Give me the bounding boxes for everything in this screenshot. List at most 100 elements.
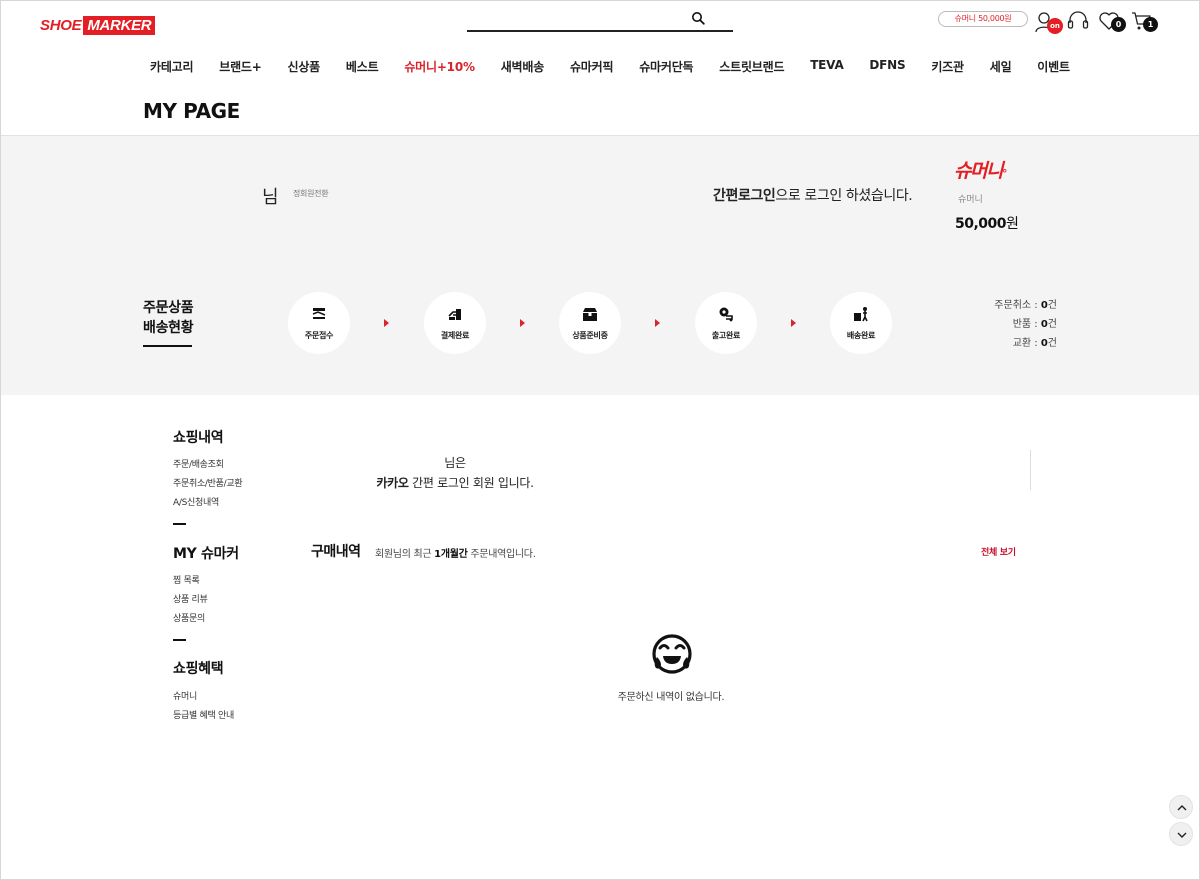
logo-text-marker: MARKER [83, 16, 156, 35]
logo-text-shoe: SHOE [40, 17, 82, 34]
cancel-count-value: 0 [1040, 300, 1048, 311]
wishlist-count-badge: 0 [1111, 17, 1126, 32]
login-message-rest: 으로 로그인 하셨습니다. [775, 188, 913, 204]
step-arrow-icon [384, 319, 389, 327]
side-link-order-tracking[interactable]: 주문/배송조회 [173, 457, 224, 470]
gnb-best[interactable]: 베스트 [346, 58, 379, 75]
step-arrow-icon [520, 319, 525, 327]
payment-icon [448, 309, 461, 320]
step-payment-complete[interactable]: 결제완료 [424, 292, 486, 354]
side-section-shopping-history: 쇼핑내역 [173, 430, 224, 446]
gnb-dfns[interactable]: DFNS [869, 58, 905, 75]
return-count-label: 반품 : [1012, 319, 1041, 330]
return-count-unit: 건 [1047, 319, 1057, 330]
step-arrow-icon [791, 319, 796, 327]
step-label: 결제완료 [440, 331, 470, 340]
notice-vertical-divider [1030, 450, 1031, 490]
step-label: 주문접수 [304, 331, 334, 340]
main-navigation: 카테고리 브랜드+ 신상품 베스트 슈머니+10% 새벽배송 슈마커픽 슈마커단… [150, 58, 1070, 75]
step-label: 출고완료 [711, 331, 741, 340]
shoemoney-amount-value: 50,000 [955, 216, 1007, 232]
exchange-count-value: 0 [1040, 338, 1048, 349]
step-order-received[interactable]: 주문접수 [288, 292, 350, 354]
step-label: 배송완료 [846, 331, 876, 340]
page-title: MY PAGE [143, 99, 240, 123]
return-count-value: 0 [1040, 319, 1048, 330]
chevron-down-icon [1177, 832, 1187, 838]
step-arrow-icon [655, 319, 660, 327]
exchange-count-unit: 건 [1047, 338, 1057, 349]
gnb-street-brand[interactable]: 스트릿브랜드 [719, 58, 784, 75]
search-input[interactable] [467, 10, 687, 30]
gnb-category[interactable]: 카테고리 [150, 58, 194, 75]
shoemoney-logo: 슈머니° [954, 156, 1006, 183]
side-section-my-shoemarker: MY 슈마커 [173, 546, 239, 562]
search-icon[interactable] [691, 11, 705, 25]
gnb-kids[interactable]: 키즈관 [931, 58, 964, 75]
shipping-title-line1: 주문상품 [143, 300, 194, 316]
step-preparing[interactable]: 상품준비중 [559, 292, 621, 354]
claim-counts: 주문취소 : 0건 반품 : 0건 교환 : 0건 [994, 296, 1057, 353]
shoemoney-amount[interactable]: 50,000원 [955, 213, 1019, 233]
purchase-desc-pre: 회원님의 최근 [375, 549, 435, 560]
cancel-count[interactable]: 주문취소 : 0건 [994, 296, 1057, 315]
shoemoney-amount-unit: 원 [1006, 216, 1019, 232]
login-method: 간편로그인 [713, 188, 776, 204]
regular-member-convert-link[interactable]: 정회원전환 [293, 188, 329, 199]
order-receipt-icon [312, 308, 326, 319]
gnb-new[interactable]: 신상품 [288, 58, 321, 75]
view-all-link[interactable]: 전체 보기 [981, 545, 1016, 558]
login-method-message: 간편로그인으로 로그인 하셨습니다. [713, 185, 913, 205]
shipping-status-title: 주문상품 배송현황 [143, 298, 194, 338]
gnb-teva[interactable]: TEVA [810, 58, 844, 75]
exchange-count[interactable]: 교환 : 0건 [994, 334, 1057, 353]
mypage-on-badge: on [1047, 18, 1063, 34]
side-link-product-inquiry[interactable]: 상품문의 [173, 611, 205, 624]
customer-service-headset-icon[interactable] [1066, 9, 1090, 33]
return-count[interactable]: 반품 : 0건 [994, 315, 1057, 334]
purchase-history-title: 구매내역 [311, 544, 361, 560]
side-link-shoemoney[interactable]: 슈머니 [173, 689, 197, 702]
purchase-desc-period: 1개월간 [434, 549, 468, 560]
scroll-bottom-button[interactable] [1169, 822, 1193, 846]
gnb-sale[interactable]: 세일 [990, 58, 1012, 75]
purchase-history-description: 회원님의 최근 1개월간 주문내역입니다. [375, 545, 536, 560]
gnb-brand[interactable]: 브랜드+ [219, 58, 262, 75]
shoemarker-logo[interactable]: SHOE MARKER [40, 16, 156, 35]
gnb-shoemarker-pick[interactable]: 슈마커픽 [570, 58, 614, 75]
shipping-title-underline [143, 345, 192, 347]
gnb-exclusive[interactable]: 슈마커단독 [639, 58, 693, 75]
step-shipped[interactable]: 출고완료 [695, 292, 757, 354]
shoemoney-logo-text: 슈머니 [954, 161, 1003, 182]
chevron-up-icon [1177, 805, 1187, 811]
step-delivered[interactable]: 배송완료 [830, 292, 892, 354]
side-divider [173, 639, 186, 641]
search-bar [467, 9, 733, 32]
side-link-grade-benefits[interactable]: 등급별 혜택 안내 [173, 708, 234, 721]
shoemoney-logo-dot: ° [1001, 168, 1006, 180]
empty-order-message: 주문하신 내역이 없습니다. [617, 692, 725, 703]
gnb-event[interactable]: 이벤트 [1037, 58, 1070, 75]
side-link-reviews[interactable]: 상품 리뷰 [173, 592, 208, 605]
gnb-dawn-delivery[interactable]: 새벽배송 [501, 58, 545, 75]
member-name: 님 [262, 187, 279, 208]
purchase-desc-post: 주문내역입니다. [467, 549, 536, 560]
shoemoney-label: 슈머니 [958, 195, 983, 205]
exchange-count-label: 교환 : [1012, 338, 1041, 349]
package-icon [583, 308, 597, 321]
scroll-top-button[interactable] [1169, 795, 1193, 819]
kakao-login-notice: 님은 카카오 간편 로그인 회원 입니다. [360, 453, 550, 493]
step-label: 상품준비중 [572, 331, 608, 340]
shipped-icon [719, 307, 733, 322]
kakao-notice-line1: 님은 [444, 456, 466, 470]
shipping-title-line2: 배송현황 [143, 320, 194, 336]
side-link-cancel-return-exchange[interactable]: 주문취소/반품/교환 [173, 476, 243, 489]
side-section-benefits: 쇼핑혜택 [173, 661, 224, 677]
side-link-as-requests[interactable]: A/S신청내역 [173, 495, 219, 508]
shoemoney-pill[interactable]: 슈머니 50,000원 [938, 11, 1028, 27]
side-link-wishlist[interactable]: 찜 목록 [173, 573, 200, 586]
cancel-count-unit: 건 [1047, 300, 1057, 311]
kakao-notice-rest: 간편 로그인 회원 입니다. [408, 476, 534, 490]
crying-face-icon [652, 634, 692, 674]
gnb-shoemoney-plus[interactable]: 슈머니+10% [404, 58, 475, 75]
